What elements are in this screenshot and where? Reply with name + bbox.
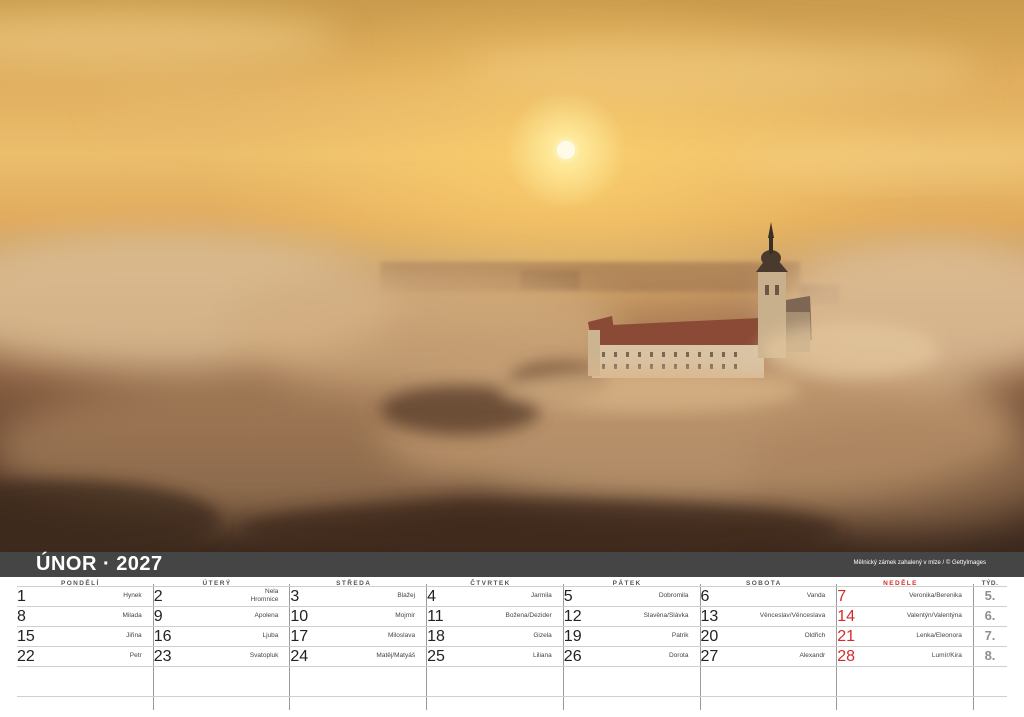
day-number: 18 (427, 628, 445, 645)
day-number: 26 (563, 648, 582, 665)
day-number: 27 (700, 648, 719, 665)
day-number: 25 (427, 648, 445, 665)
week-number: 5. (984, 588, 996, 603)
day-number: 2 (153, 588, 163, 605)
week-number: 8. (984, 648, 996, 663)
name-day: Věnceslav/Věnceslava (759, 612, 826, 619)
foggy-castle-landscape (0, 10, 1024, 552)
day-number: 15 (17, 628, 35, 645)
day-cell: 16 Ljuba (137, 627, 287, 646)
day-cell: 6 Vanda (684, 587, 834, 606)
day-cell: 7 Veronika/Berenika (820, 587, 970, 606)
day-cell: 28 Lumír/Kira (820, 647, 970, 666)
day-cell: 17 Miloslava (273, 627, 423, 646)
day-cell: 9 Apolena (137, 607, 287, 626)
day-number: 14 (837, 608, 855, 625)
title-separator: · (102, 553, 111, 575)
day-number: 7 (837, 588, 847, 605)
day-number: 4 (427, 588, 436, 605)
day-cell: 24 Matěj/Matyáš (273, 647, 423, 666)
day-cell: 4 Jarmila (410, 587, 560, 606)
day-number: 12 (563, 608, 582, 625)
day-cell: 27 Alexandr (684, 647, 834, 666)
day-cell: 25 Liliana (410, 647, 560, 666)
day-cell: 26 Dorota (547, 647, 697, 666)
name-day: Veronika/Berenika (909, 592, 962, 599)
day-cell: 11 Božena/Dezider (410, 607, 560, 626)
name-day: Lenka/Eleonora (916, 632, 962, 639)
day-cell: 8 Milada (0, 607, 150, 626)
day-cell: 18 Gizela (410, 627, 560, 646)
row-divider (17, 666, 1007, 667)
week-number: 6. (984, 608, 996, 623)
photo-credit: Mělnický zámek zahalený v mlze / © Getty… (853, 560, 986, 566)
day-number: 20 (700, 628, 719, 645)
calendar-photo (0, 0, 1024, 552)
day-cell: 2 Nela Hromnice (137, 587, 287, 606)
day-number: 10 (290, 608, 309, 625)
day-number: 16 (153, 628, 172, 645)
day-cell: 3 Blažej (273, 587, 423, 606)
calendar-grid: TÝD. PONDĚLÍ ÚTERÝ STŘEDA ČTVRTEK PÁTEK SOBOT… (0, 577, 1024, 717)
day-number: 5 (563, 588, 573, 605)
day-number: 23 (153, 648, 172, 665)
sun (557, 141, 575, 159)
day-number: 1 (17, 588, 26, 605)
day-cell: 13 Věnceslav/Věnceslava (684, 607, 834, 626)
day-cell: 15 Jiřina (0, 627, 150, 646)
day-cell: 21 Lenka/Eleonora (820, 627, 970, 646)
month-name: ÚNOR (36, 553, 97, 575)
day-number: 13 (700, 608, 719, 625)
day-cell: 14 Valentýn/Valentýna (820, 607, 970, 626)
day-number: 21 (837, 628, 855, 645)
month-title: ÚNOR · 2027 (36, 553, 163, 576)
day-cell: 10 Mojmír (273, 607, 423, 626)
week-number: 7. (984, 628, 996, 643)
name-day: Lumír/Kira (931, 652, 962, 659)
day-cell: 12 Slavěna/Slávka (547, 607, 697, 626)
day-number: 17 (290, 628, 309, 645)
name-day: Slavěna/Slávka (643, 612, 689, 619)
day-number: 9 (153, 608, 163, 625)
name-day: Valentýn/Valentýna (906, 612, 962, 619)
day-number: 6 (700, 588, 710, 605)
day-number: 19 (563, 628, 582, 645)
day-cell: 20 Oldřich (684, 627, 834, 646)
day-number: 24 (290, 648, 309, 665)
day-number: 11 (427, 608, 444, 625)
row-divider (17, 696, 1007, 697)
day-cell: 5 Dobromila (547, 587, 697, 606)
year: 2027 (116, 553, 163, 575)
day-cell: 23 Svatopluk (137, 647, 287, 666)
day-number: 22 (17, 648, 35, 665)
day-cell: 19 Patrik (547, 627, 697, 646)
name-day: Božena/Dezider (505, 612, 552, 619)
day-cell: 1 Hynek (0, 587, 150, 606)
column-divider (973, 584, 974, 710)
month-header-bar: ÚNOR · 2027 Mělnický zámek zahalený v ml… (0, 552, 1024, 577)
day-number: 3 (290, 588, 300, 605)
day-number: 8 (17, 608, 26, 625)
day-number: 28 (837, 648, 855, 665)
day-cell: 22 Petr (0, 647, 150, 666)
